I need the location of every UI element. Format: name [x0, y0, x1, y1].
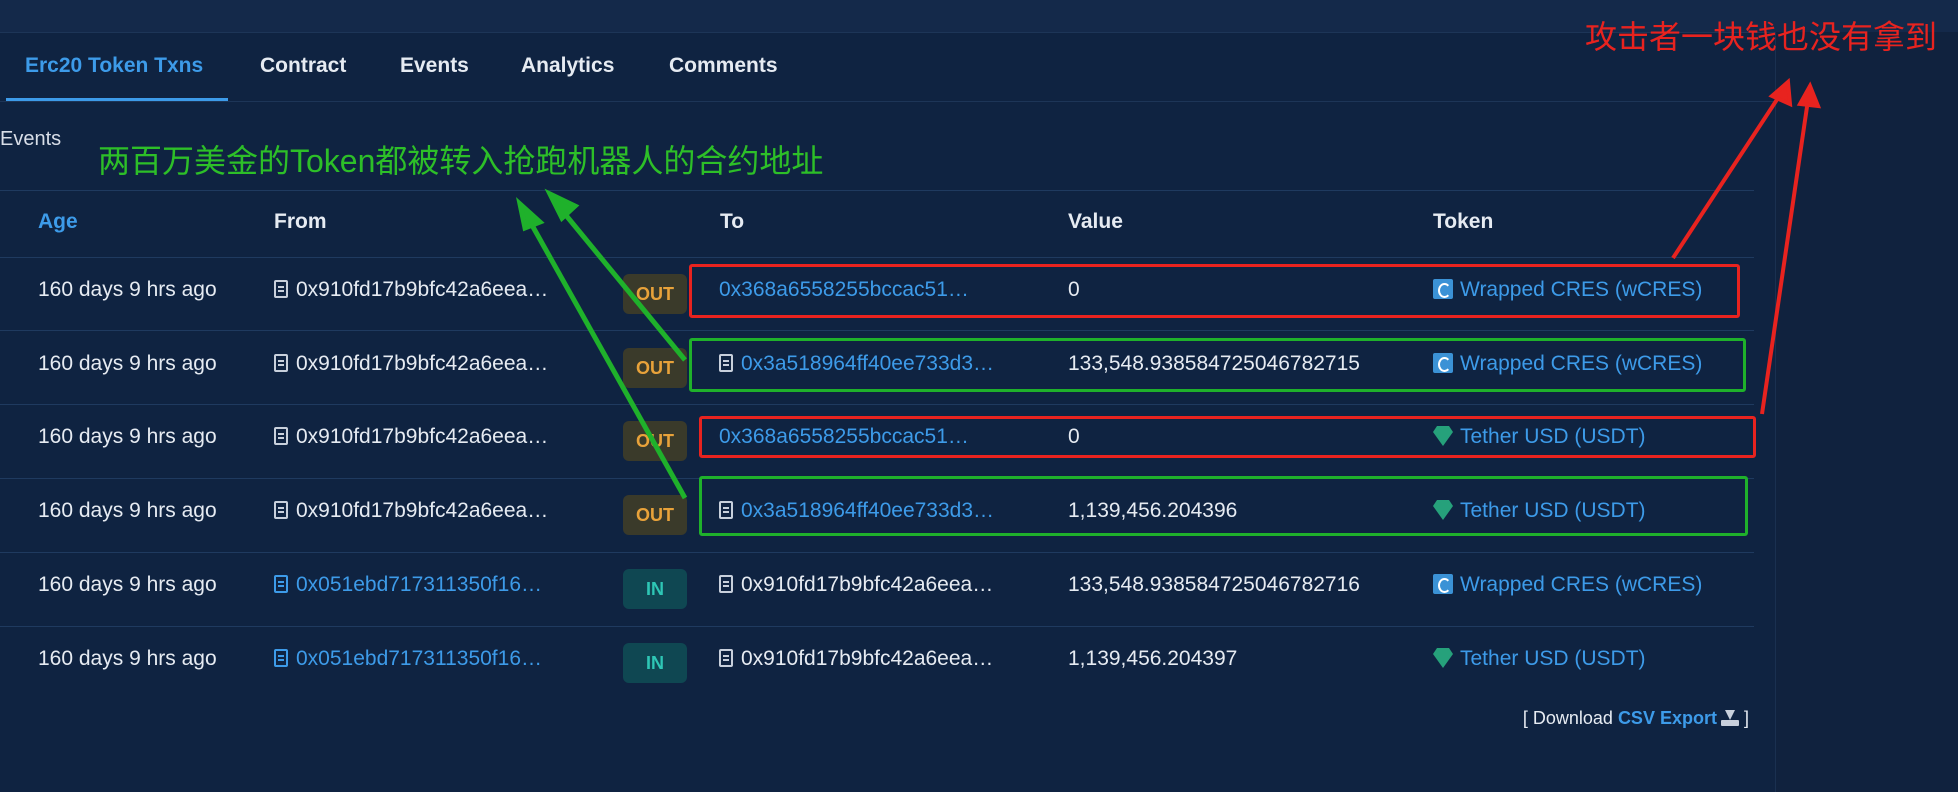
column-header-value: Value	[1068, 210, 1123, 233]
value-cell: 1,139,456.204397	[1068, 647, 1238, 670]
annotation-red-text: 攻击者一块钱也没有拿到	[1585, 19, 1938, 55]
from-address-link[interactable]: 0x051ebd717311350f16…	[274, 573, 542, 597]
tab-comments[interactable]: Comments	[669, 54, 778, 78]
events-label: Events	[0, 128, 62, 150]
file-contract-icon	[274, 649, 288, 667]
age-cell: 160 days 9 hrs ago	[38, 352, 217, 375]
header-top-divider	[0, 190, 1754, 191]
tab-erc20-token-txns[interactable]: Erc20 Token Txns	[25, 54, 203, 78]
age-cell: 160 days 9 hrs ago	[38, 647, 217, 670]
tab-analytics[interactable]: Analytics	[521, 54, 614, 78]
annotation-green-box	[699, 476, 1748, 536]
download-prefix: [ Download	[1522, 708, 1613, 728]
header-bottom-divider	[0, 257, 1754, 258]
csv-export-link[interactable]: CSV Export	[1618, 708, 1717, 728]
from-cell[interactable]: 0x910fd17b9bfc42a6eea…	[274, 425, 548, 449]
file-contract-icon	[274, 280, 288, 298]
file-contract-icon	[274, 354, 288, 372]
annotation-red-box	[699, 416, 1756, 458]
file-contract-icon	[719, 649, 733, 667]
direction-badge: OUT	[623, 495, 687, 535]
download-icon[interactable]	[1720, 710, 1739, 726]
age-cell: 160 days 9 hrs ago	[38, 278, 217, 301]
column-header-to: To	[720, 210, 745, 233]
right-panel	[1775, 32, 1958, 792]
token-link[interactable]: Tether USD (USDT)	[1433, 647, 1646, 671]
usdt-token-icon	[1433, 648, 1453, 668]
direction-badge: OUT	[623, 421, 687, 461]
active-tab-indicator	[6, 98, 228, 101]
direction-badge: IN	[623, 643, 687, 683]
column-header-from: From	[274, 210, 327, 233]
token-link[interactable]: Wrapped CRES (wCRES)	[1433, 573, 1702, 597]
age-cell: 160 days 9 hrs ago	[38, 425, 217, 448]
file-contract-icon	[274, 427, 288, 445]
annotation-red-box	[689, 264, 1740, 318]
value-cell: 133,548.938584725046782716	[1068, 573, 1360, 596]
row-divider	[0, 404, 1754, 405]
file-contract-icon	[274, 501, 288, 519]
file-contract-icon	[719, 575, 733, 593]
direction-badge: OUT	[623, 348, 687, 388]
download-csv: [ Download CSV Export ]	[1523, 708, 1749, 729]
column-header-age[interactable]: Age	[38, 210, 78, 234]
tab-contract[interactable]: Contract	[260, 54, 346, 78]
direction-badge: OUT	[623, 274, 687, 314]
tab-bar: Erc20 Token Txns Contract Events Analyti…	[0, 32, 1775, 102]
age-cell: 160 days 9 hrs ago	[38, 499, 217, 522]
annotation-green-text: 两百万美金的Token都被转入抢跑机器人的合约地址	[98, 143, 824, 179]
row-divider	[0, 552, 1754, 553]
file-contract-icon	[274, 575, 288, 593]
from-cell[interactable]: 0x910fd17b9bfc42a6eea…	[274, 278, 548, 302]
column-header-token: Token	[1433, 210, 1494, 233]
annotation-green-box	[689, 338, 1746, 392]
from-address-link[interactable]: 0x051ebd717311350f16…	[274, 647, 542, 671]
row-divider	[0, 330, 1754, 331]
download-suffix: ]	[1743, 708, 1749, 728]
to-cell: 0x910fd17b9bfc42a6eea…	[719, 573, 993, 597]
row-divider	[0, 626, 1754, 627]
age-cell: 160 days 9 hrs ago	[38, 573, 217, 596]
tab-events[interactable]: Events	[400, 54, 469, 78]
to-cell: 0x910fd17b9bfc42a6eea…	[719, 647, 993, 671]
direction-badge: IN	[623, 569, 687, 609]
from-cell[interactable]: 0x910fd17b9bfc42a6eea…	[274, 499, 548, 523]
from-cell[interactable]: 0x910fd17b9bfc42a6eea…	[274, 352, 548, 376]
wcres-token-icon	[1433, 574, 1453, 594]
